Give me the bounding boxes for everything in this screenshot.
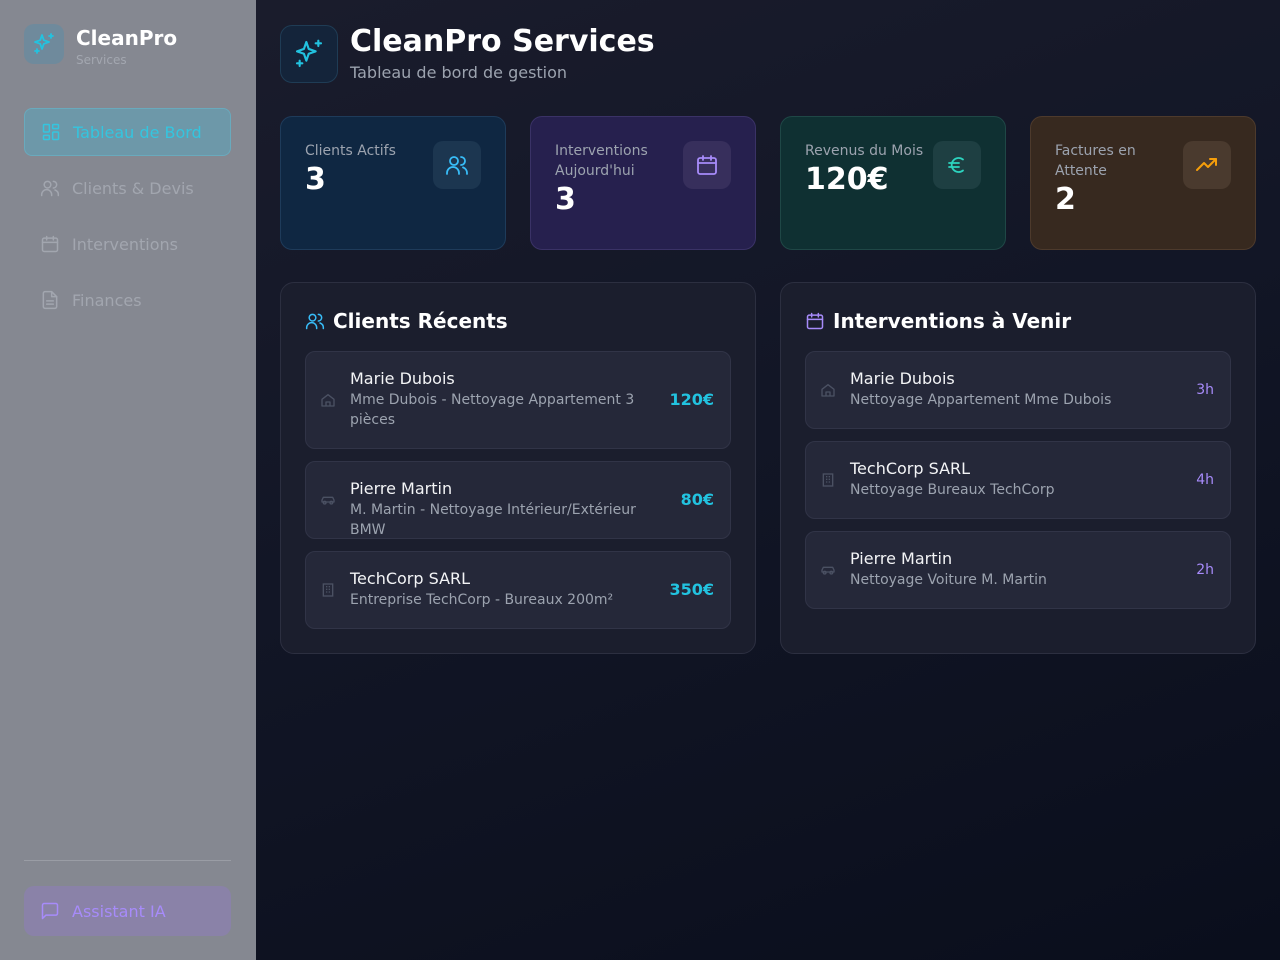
- intervention-duration: 2h: [1196, 562, 1214, 578]
- intervention-client: Marie Dubois: [850, 369, 955, 388]
- sidebar-nav: Tableau de Bord Clients & Devis Interven…: [24, 108, 231, 332]
- client-name: TechCorp SARL: [350, 569, 471, 588]
- building-icon: [820, 472, 836, 488]
- stat-label: Interventions Aujourd'hui: [555, 143, 648, 179]
- panel-title: Clients Récents: [333, 309, 508, 333]
- recent-clients-panel: Clients Récents Marie Dubois Mme Dubois …: [280, 282, 756, 654]
- intervention-description: Nettoyage Bureaux TechCorp: [850, 482, 1055, 498]
- dashboard-icon: [41, 122, 61, 142]
- sidebar-divider: [24, 860, 231, 861]
- intervention-client: Pierre Martin: [850, 549, 953, 568]
- stat-card-interventions-today[interactable]: Interventions Aujourd'hui 3: [530, 116, 756, 250]
- intervention-duration: 3h: [1196, 382, 1214, 398]
- panel-title: Interventions à Venir: [833, 309, 1072, 333]
- client-amount: 80€: [680, 490, 714, 509]
- list-item[interactable]: Pierre Martin M. Martin - Nettoyage Inté…: [305, 461, 731, 539]
- intervention-duration: 4h: [1196, 472, 1214, 488]
- stat-card-monthly-revenue[interactable]: Revenus du Mois 120€: [780, 116, 1006, 250]
- sparkles-icon: [24, 24, 64, 64]
- list-item[interactable]: TechCorp SARL Entreprise TechCorp - Bure…: [305, 551, 731, 629]
- sidebar-item-clients[interactable]: Clients & Devis: [24, 164, 231, 212]
- users-icon: [433, 141, 481, 189]
- main-content: CleanPro Services Tableau de bord de ges…: [256, 0, 1280, 960]
- sidebar: CleanPro Services Tableau de Bord Client…: [0, 0, 256, 960]
- stat-label: Clients Actifs: [305, 143, 396, 159]
- client-description: Mme Dubois - Nettoyage Appartement 3 piè…: [350, 392, 635, 428]
- trending-up-icon: [1183, 141, 1231, 189]
- intervention-client: TechCorp SARL: [850, 459, 971, 478]
- home-icon: [820, 382, 836, 398]
- calendar-icon: [683, 141, 731, 189]
- sidebar-item-label: Clients & Devis: [72, 178, 194, 198]
- euro-icon: [933, 141, 981, 189]
- sidebar-item-finances[interactable]: Finances: [24, 276, 231, 324]
- building-icon: [320, 582, 336, 598]
- client-name: Pierre Martin: [350, 479, 453, 498]
- intervention-description: Nettoyage Appartement Mme Dubois: [850, 392, 1112, 408]
- file-icon: [40, 290, 60, 310]
- client-description: M. Martin - Nettoyage Intérieur/Extérieu…: [350, 502, 636, 538]
- sidebar-item-interventions[interactable]: Interventions: [24, 220, 231, 268]
- page-subtitle: Tableau de bord de gestion: [350, 63, 568, 82]
- stat-label: Factures en Attente: [1055, 143, 1136, 179]
- stat-card-active-clients[interactable]: Clients Actifs 3: [280, 116, 506, 250]
- assistant-button[interactable]: Assistant IA: [24, 886, 231, 936]
- brand-name: CleanPro: [76, 26, 178, 50]
- list-item[interactable]: Pierre Martin Nettoyage Voiture M. Marti…: [805, 531, 1231, 609]
- sidebar-item-label: Interventions: [72, 234, 178, 254]
- sidebar-item-label: Finances: [72, 290, 142, 310]
- users-icon: [40, 178, 60, 198]
- brand[interactable]: CleanPro Services: [24, 24, 177, 68]
- sidebar-item-label: Tableau de Bord: [73, 122, 202, 142]
- users-icon: [305, 311, 325, 331]
- list-item[interactable]: TechCorp SARL Nettoyage Bureaux TechCorp…: [805, 441, 1231, 519]
- car-icon: [820, 562, 836, 578]
- upcoming-interventions-panel: Interventions à Venir Marie Dubois Netto…: [780, 282, 1256, 654]
- page-header: CleanPro Services Tableau de bord de ges…: [280, 24, 655, 84]
- stat-card-pending-invoices[interactable]: Factures en Attente 2: [1030, 116, 1256, 250]
- calendar-icon: [805, 311, 825, 331]
- sidebar-item-dashboard[interactable]: Tableau de Bord: [24, 108, 231, 156]
- car-icon: [320, 492, 336, 508]
- sparkles-icon: [280, 25, 338, 83]
- assistant-label: Assistant IA: [72, 901, 166, 921]
- client-amount: 120€: [669, 390, 714, 409]
- chat-icon: [40, 901, 60, 921]
- brand-subtitle: Services: [76, 53, 127, 67]
- stat-label: Revenus du Mois: [805, 143, 924, 159]
- calendar-icon: [40, 234, 60, 254]
- list-item[interactable]: Marie Dubois Mme Dubois - Nettoyage Appa…: [305, 351, 731, 449]
- intervention-description: Nettoyage Voiture M. Martin: [850, 572, 1047, 588]
- home-icon: [320, 392, 336, 408]
- list-item[interactable]: Marie Dubois Nettoyage Appartement Mme D…: [805, 351, 1231, 429]
- client-amount: 350€: [669, 580, 714, 599]
- page-title: CleanPro Services: [350, 24, 655, 59]
- client-name: Marie Dubois: [350, 369, 455, 388]
- client-description: Entreprise TechCorp - Bureaux 200m²: [350, 592, 614, 608]
